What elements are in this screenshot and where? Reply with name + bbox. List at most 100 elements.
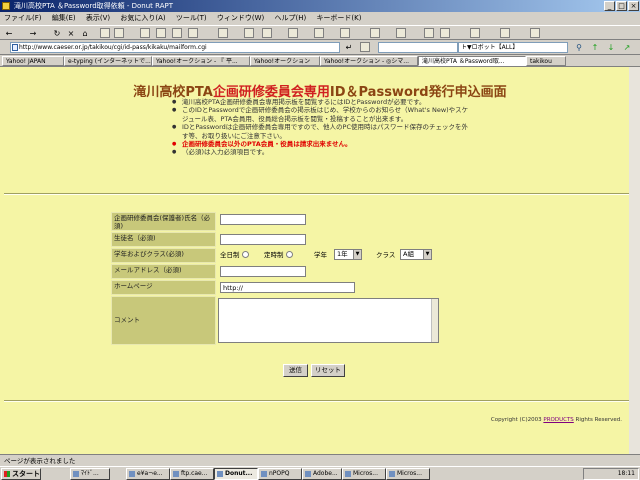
tab-yahoo-auction-1[interactable]: Yahoo!オークション - 『 平... <box>152 56 250 66</box>
class-select-value: A組 <box>403 250 414 258</box>
taskbar-item[interactable]: nPOPQ <box>258 468 302 480</box>
clipboard-icon[interactable] <box>188 28 198 38</box>
taskbar: スタート ﾏｲﾄﾞ... e¥a¬e... ftp.cae... Donut..… <box>0 466 640 480</box>
history-icon[interactable] <box>172 28 182 38</box>
parttime-radio[interactable]: 定時制 <box>264 250 293 260</box>
menu-help[interactable]: ヘルプ(H) <box>270 12 310 25</box>
menu-view[interactable]: 表示(V) <box>82 12 114 25</box>
menu-window[interactable]: ウィンドウ(W) <box>213 12 268 25</box>
name-input[interactable] <box>220 214 306 225</box>
search-robot-select[interactable]: ト▼ロボット【ALL】 <box>458 42 568 53</box>
text-size-icon[interactable] <box>288 28 298 38</box>
maximize-button[interactable]: □ <box>616 1 627 11</box>
grade-row: 学年およびクラス(必須) 全日制 定時制 学年 1年 ▼ クラス A組 ▼ <box>111 248 443 263</box>
search-input[interactable] <box>378 42 458 53</box>
image-icon[interactable] <box>440 28 450 38</box>
menu-bar: ファイル(F) 編集(E) 表示(V) お気に入り(A) ツール(T) ウィンド… <box>0 12 640 25</box>
radio-circle-icon[interactable] <box>241 251 249 258</box>
class-word: クラス <box>376 251 396 259</box>
home-icon[interactable]: ⌂ <box>80 28 90 39</box>
mail-input[interactable] <box>220 266 306 277</box>
forward-icon[interactable]: → <box>28 28 38 39</box>
open-file-icon[interactable] <box>114 28 124 38</box>
tab-yahoo-auction-2[interactable]: Yahoo!オークション <box>250 56 320 66</box>
mail-icon[interactable] <box>314 28 324 38</box>
taskbar-item[interactable]: Adobe... <box>302 468 342 480</box>
search-go-icon[interactable]: ⚲ <box>574 42 584 53</box>
tab-takikou-pta-active[interactable]: 滝川高校PTA ＆Password取... <box>418 56 526 66</box>
block-icon[interactable] <box>424 28 434 38</box>
fulltime-radio[interactable]: 全日制 <box>220 250 249 260</box>
copyright: Copyright (C)2003 PRODUCTS Rights Reserv… <box>491 417 622 423</box>
next-up-icon[interactable]: ↑ <box>590 42 600 53</box>
tile-windows-icon[interactable] <box>218 28 228 38</box>
menu-file[interactable]: ファイル(F) <box>0 12 46 25</box>
new-window-icon[interactable] <box>100 28 110 38</box>
next-down-icon[interactable]: ↓ <box>606 42 616 53</box>
highlight-icon[interactable]: ↗ <box>622 42 632 53</box>
taskbar-item[interactable]: e¥a¬e... <box>126 468 170 480</box>
refresh-icon[interactable]: ↻ <box>52 28 62 39</box>
favorite-add-icon[interactable] <box>530 28 540 38</box>
menu-keyboard[interactable]: キーボード(K) <box>312 12 365 25</box>
taskbar-item[interactable]: Micros... <box>342 468 386 480</box>
ie-icon[interactable] <box>500 28 510 38</box>
submit-button[interactable]: 送信 <box>283 364 308 377</box>
student-name-input[interactable] <box>220 234 306 245</box>
lock-icon[interactable] <box>262 28 272 38</box>
minimize-button[interactable]: _ <box>604 1 615 11</box>
style-icon[interactable] <box>396 28 406 38</box>
notice-list: 滝川高校PTA企画研修委員会専用掲示板を閲覧するにはIDとPasswordが必要… <box>172 98 472 157</box>
close-button[interactable]: × <box>628 1 639 11</box>
grade-word: 学年 <box>314 251 327 259</box>
donut-app-icon <box>2 2 10 10</box>
start-button[interactable]: スタート <box>1 468 41 480</box>
homepage-label: ホームページ <box>111 280 216 295</box>
dropdown-arrow-icon[interactable]: ▼ <box>353 250 361 259</box>
close-all-icon[interactable] <box>244 28 254 38</box>
address-url: http://www.caeser.or.jp/takikou/cgi/id-p… <box>19 44 207 51</box>
toolbar: ← → ↻ × ⌂ <box>0 25 640 40</box>
fulltime-label: 全日制 <box>220 251 240 259</box>
search-icon[interactable] <box>140 28 150 38</box>
class-select[interactable]: A組 ▼ <box>400 249 432 260</box>
mail-label: メールアドレス（必須) <box>111 264 216 279</box>
tab-yahoo-auction-3[interactable]: Yahoo!オークション - ◎シマ... <box>320 56 418 66</box>
vertical-scrollbar[interactable] <box>629 67 640 454</box>
taskbar-item[interactable]: ftp.cae... <box>170 468 214 480</box>
divider-top <box>4 193 634 195</box>
back-icon[interactable]: ← <box>4 28 14 39</box>
tab-takikou[interactable]: takikou <box>526 56 566 66</box>
go-icon[interactable]: ↵ <box>344 42 354 53</box>
page-content: 滝川高校PTA企画研修委員会専用ID＆Password発行申込画面 滝川高校PT… <box>0 67 640 454</box>
comment-label: コメント <box>111 296 216 345</box>
address-input[interactable]: http://www.caeser.or.jp/takikou/cgi/id-p… <box>10 42 340 53</box>
tab-e-typing[interactable]: e-typing (インターネットで... <box>64 56 152 66</box>
print-icon[interactable] <box>340 28 350 38</box>
taskbar-item-donut-active[interactable]: Donut... <box>214 468 258 480</box>
radio-circle-icon[interactable] <box>285 251 293 258</box>
name-row: 企画研修委員会(保護者)氏名（必須) <box>111 212 443 231</box>
menu-tools[interactable]: ツール(T) <box>172 12 211 25</box>
student-row: 生徒名（必須) <box>111 232 443 247</box>
tab-yahoo-japan[interactable]: Yahoo! JAPAN <box>2 56 64 66</box>
page-icon <box>12 44 18 51</box>
search-engine-icon[interactable] <box>360 42 370 52</box>
dropdown-arrow-icon[interactable]: ▼ <box>423 250 431 259</box>
homepage-input[interactable] <box>220 282 355 293</box>
plugin-icon[interactable] <box>470 28 480 38</box>
notice-item: このIDとPasswordで企画研修委員会の掲示板はじめ、学校からのお知らせ（W… <box>172 106 472 123</box>
favorites-icon[interactable] <box>156 28 166 38</box>
taskbar-item[interactable]: Micros... <box>386 468 430 480</box>
menu-favorites[interactable]: お気に入り(A) <box>116 12 169 25</box>
flag-icon[interactable] <box>370 28 380 38</box>
reset-button[interactable]: リセット <box>311 364 345 377</box>
title-bar: 滝川高校PTA ＆Password取得依頼 - Donut RAPT _ □ × <box>0 0 640 12</box>
stop-icon[interactable]: × <box>66 28 76 39</box>
taskbar-item[interactable]: ﾏｲﾄﾞ... <box>70 468 110 480</box>
products-link[interactable]: PRODUCTS <box>543 417 573 423</box>
comment-scrollbar[interactable] <box>431 299 438 342</box>
comment-textarea[interactable] <box>218 298 439 343</box>
menu-edit[interactable]: 編集(E) <box>48 12 80 25</box>
grade-select[interactable]: 1年 ▼ <box>334 249 362 260</box>
